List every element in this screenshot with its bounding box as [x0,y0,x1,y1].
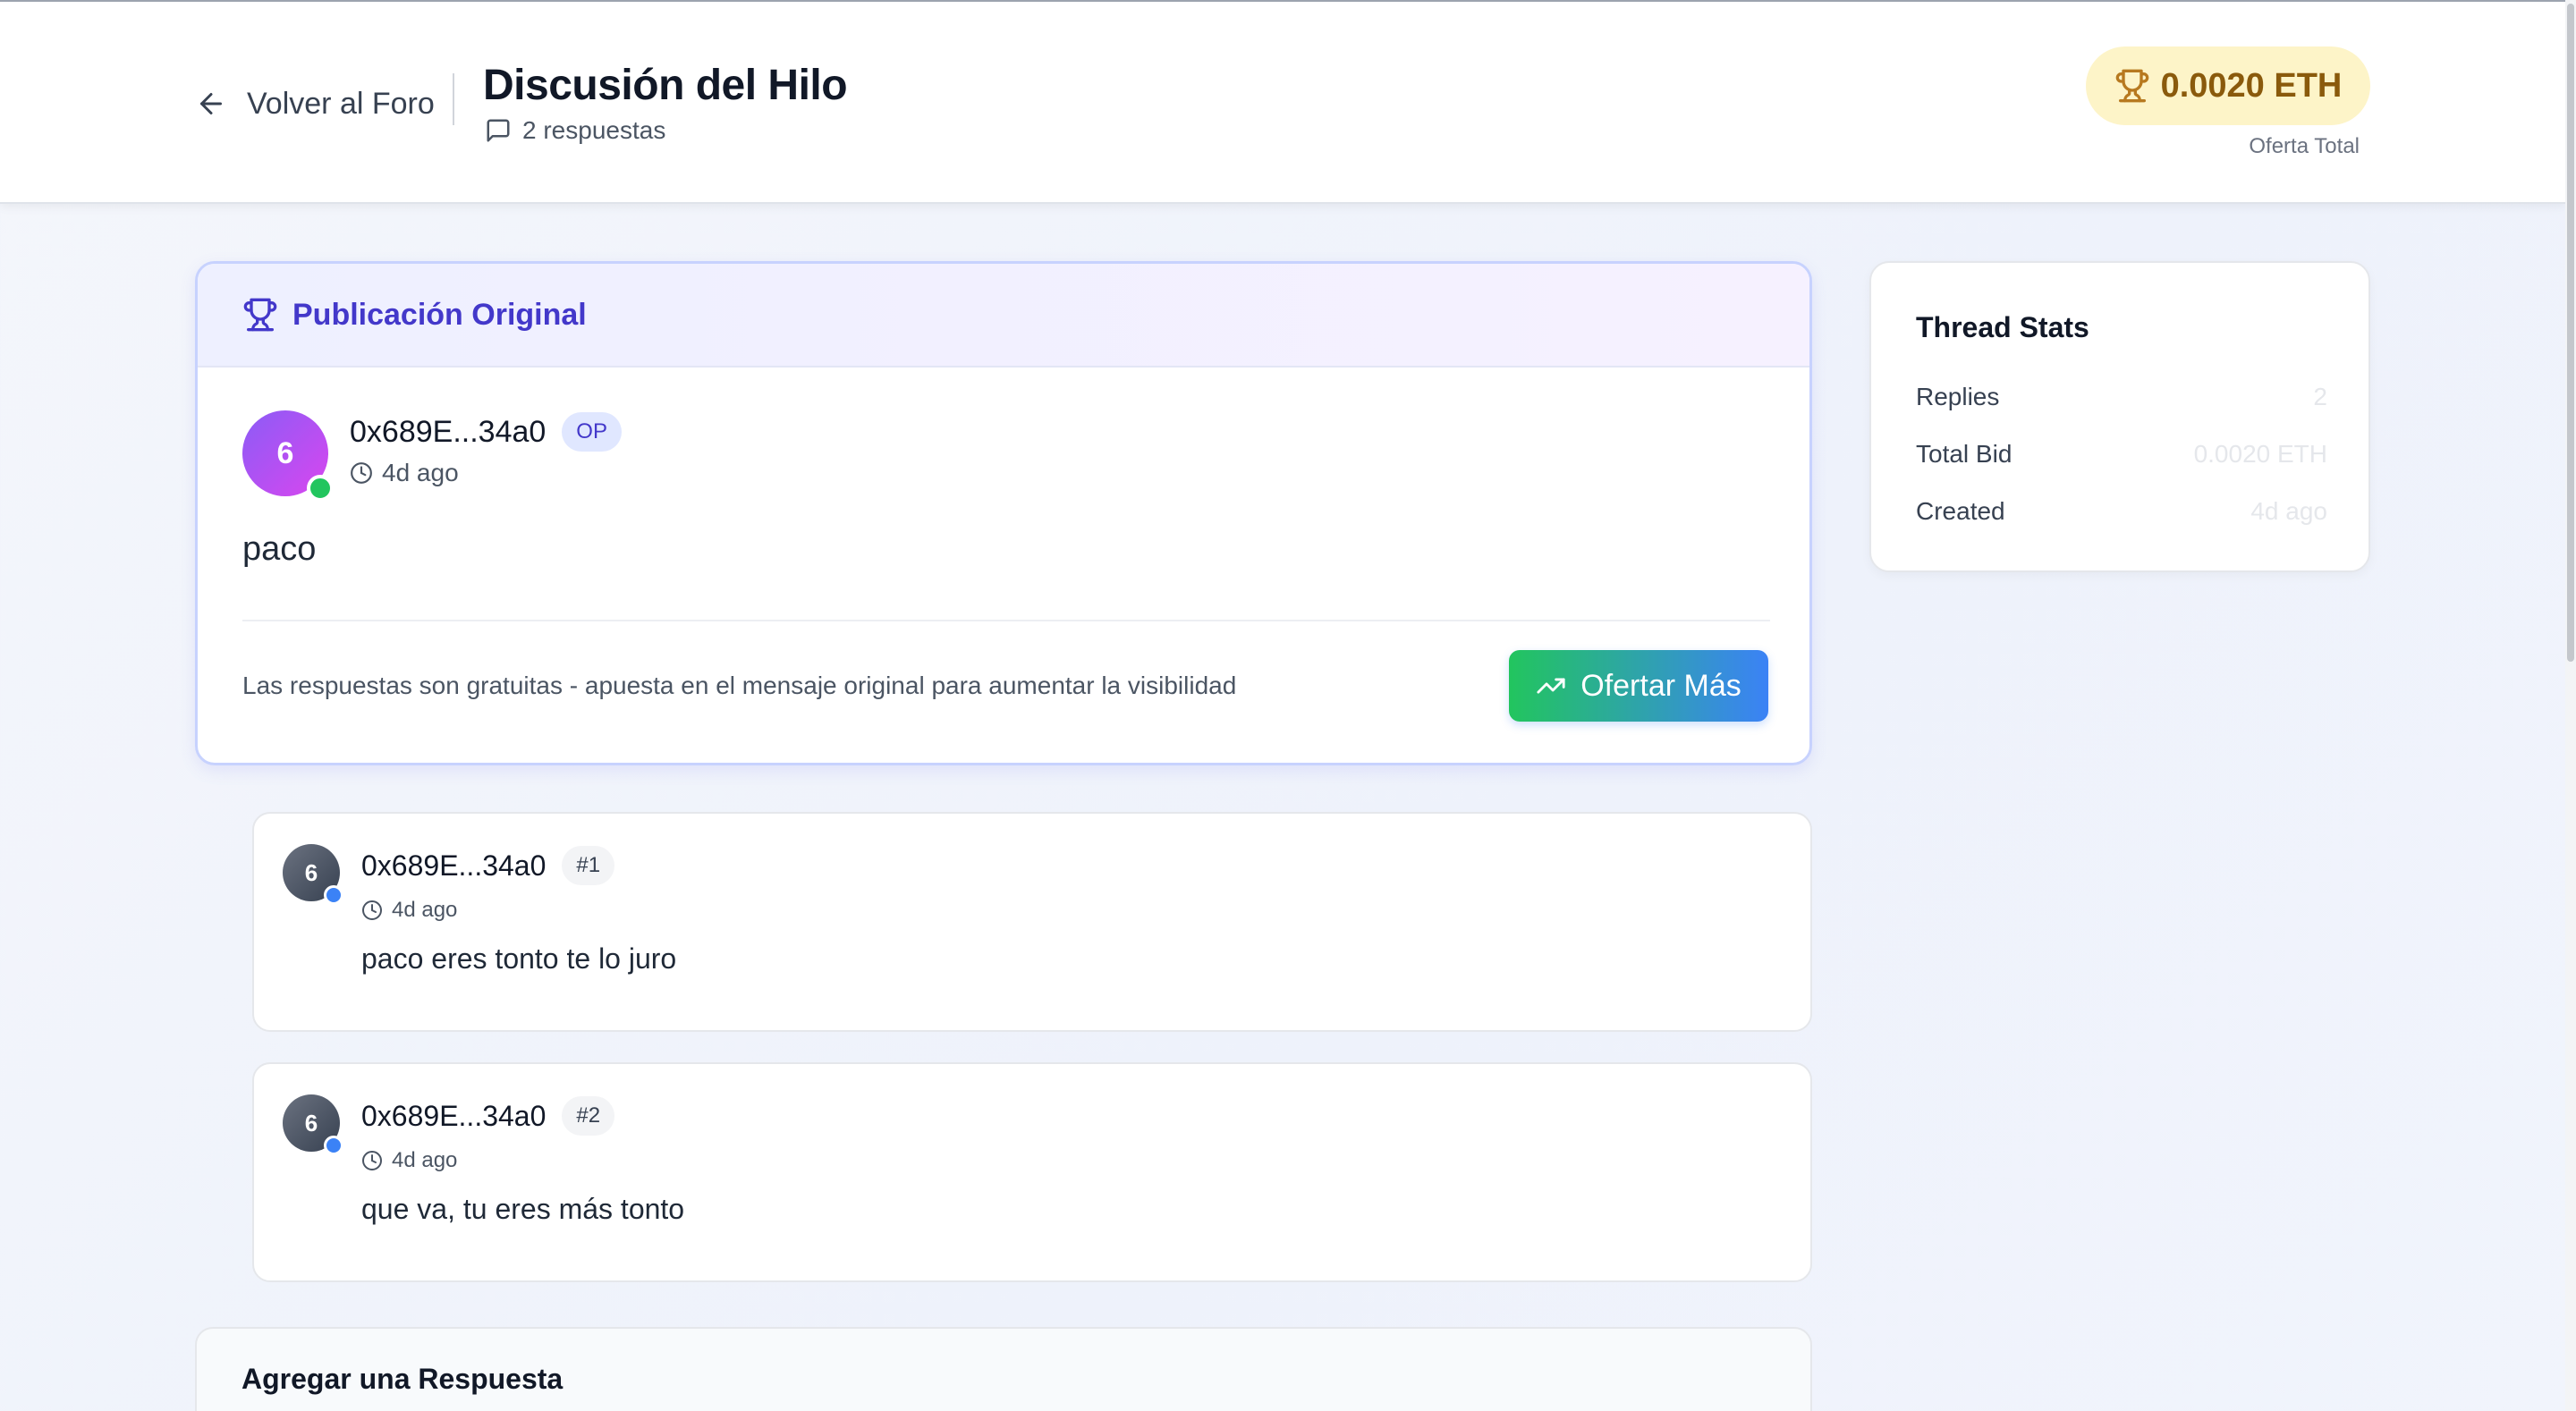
status-dot [324,1136,343,1155]
divider [242,620,1770,621]
original-post-label: Publicación Original [292,297,587,332]
post-author: 0x689E...34a0 OP [350,412,622,452]
bid-more-label: Ofertar Más [1580,668,1741,703]
status-dot [324,885,343,905]
avatar-initial: 6 [304,858,318,886]
reply-count-label: 2 respuestas [522,116,666,144]
clock-icon [362,1151,382,1170]
arrow-left-icon [200,93,222,114]
thread-stats-card: Thread Stats Replies 2 Total Bid 0.0020 … [1869,261,2370,572]
message-square-icon [487,119,510,142]
stat-row-created: Created 4d ago [1916,497,2327,526]
page-title: Discusión del Hilo [483,62,848,109]
trophy-icon [2115,69,2148,103]
thread-stats-title: Thread Stats [1916,311,2089,343]
reply-body: paco eres tonto te lo juro [361,942,677,975]
op-badge: OP [562,412,622,452]
stat-label: Total Bid [1916,440,2012,468]
reply-author: 0x689E...34a0 #1 [361,846,615,885]
avatar-initial: 6 [276,435,294,470]
header-divider [453,73,454,125]
stat-value: 4d ago [2250,497,2327,525]
total-bid-badge: 0.0020 ETH [2086,46,2370,125]
avatar[interactable]: 6 [283,1094,343,1155]
scrollbar-thumb[interactable] [2567,4,2574,662]
trending-up-icon [1537,678,1565,694]
author-address[interactable]: 0x689E...34a0 [361,1100,546,1133]
timestamp-label: 4d ago [392,1148,458,1172]
author-address[interactable]: 0x689E...34a0 [361,849,546,883]
bid-more-button[interactable]: Ofertar Más [1509,650,1768,722]
online-status-dot [307,475,334,502]
reply-timestamp: 4d ago [361,1148,457,1173]
reply-body: que va, tu eres más tonto [361,1193,685,1225]
original-post-header: Publicación Original [198,264,1809,368]
add-reply-title: Agregar una Respuesta [242,1363,564,1395]
trophy-icon [243,298,277,332]
stat-value: 2 [2313,383,2327,410]
author-address[interactable]: 0x689E...34a0 [350,415,546,450]
thread-header: Volver al Foro Discusión del Hilo 2 resp… [0,0,2565,204]
clock-icon [351,462,372,484]
original-post-card: Publicación Original 6 0x689E...34a0 OP … [195,261,1812,765]
stat-row-replies: Replies 2 [1916,383,2327,411]
reply-count: 2 respuestas [485,116,665,145]
reply-card: 6 0x689E...34a0 #2 4d ago que va, tu ere… [252,1062,1812,1282]
reply-number-badge: #1 [562,846,615,885]
avatar-initial: 6 [304,1109,318,1136]
stat-row-total-bid: Total Bid 0.0020 ETH [1916,440,2327,469]
back-link-label: Volver al Foro [247,86,435,121]
reply-timestamp: 4d ago [361,898,457,923]
reply-card: 6 0x689E...34a0 #1 4d ago paco eres tont… [252,812,1812,1032]
stat-value: 0.0020 ETH [2193,440,2327,468]
add-reply-card: Agregar una Respuesta [195,1327,1812,1411]
total-bid-value: 0.0020 ETH [2160,66,2343,105]
reply-number-badge: #2 [562,1096,615,1136]
timestamp-label: 4d ago [392,898,458,922]
post-body: paco [242,530,317,568]
total-bid-caption: Oferta Total [2249,134,2360,158]
back-to-forum-link[interactable]: Volver al Foro [195,82,435,125]
post-timestamp: 4d ago [350,459,459,487]
reply-author: 0x689E...34a0 #2 [361,1096,615,1136]
avatar[interactable]: 6 [283,844,343,905]
avatar[interactable]: 6 [242,410,334,502]
replies-free-note: Las respuestas son gratuitas - apuesta e… [242,672,1237,699]
stat-label: Replies [1916,383,2000,410]
clock-icon [362,900,382,920]
timestamp-label: 4d ago [382,459,459,486]
stat-label: Created [1916,497,2005,525]
